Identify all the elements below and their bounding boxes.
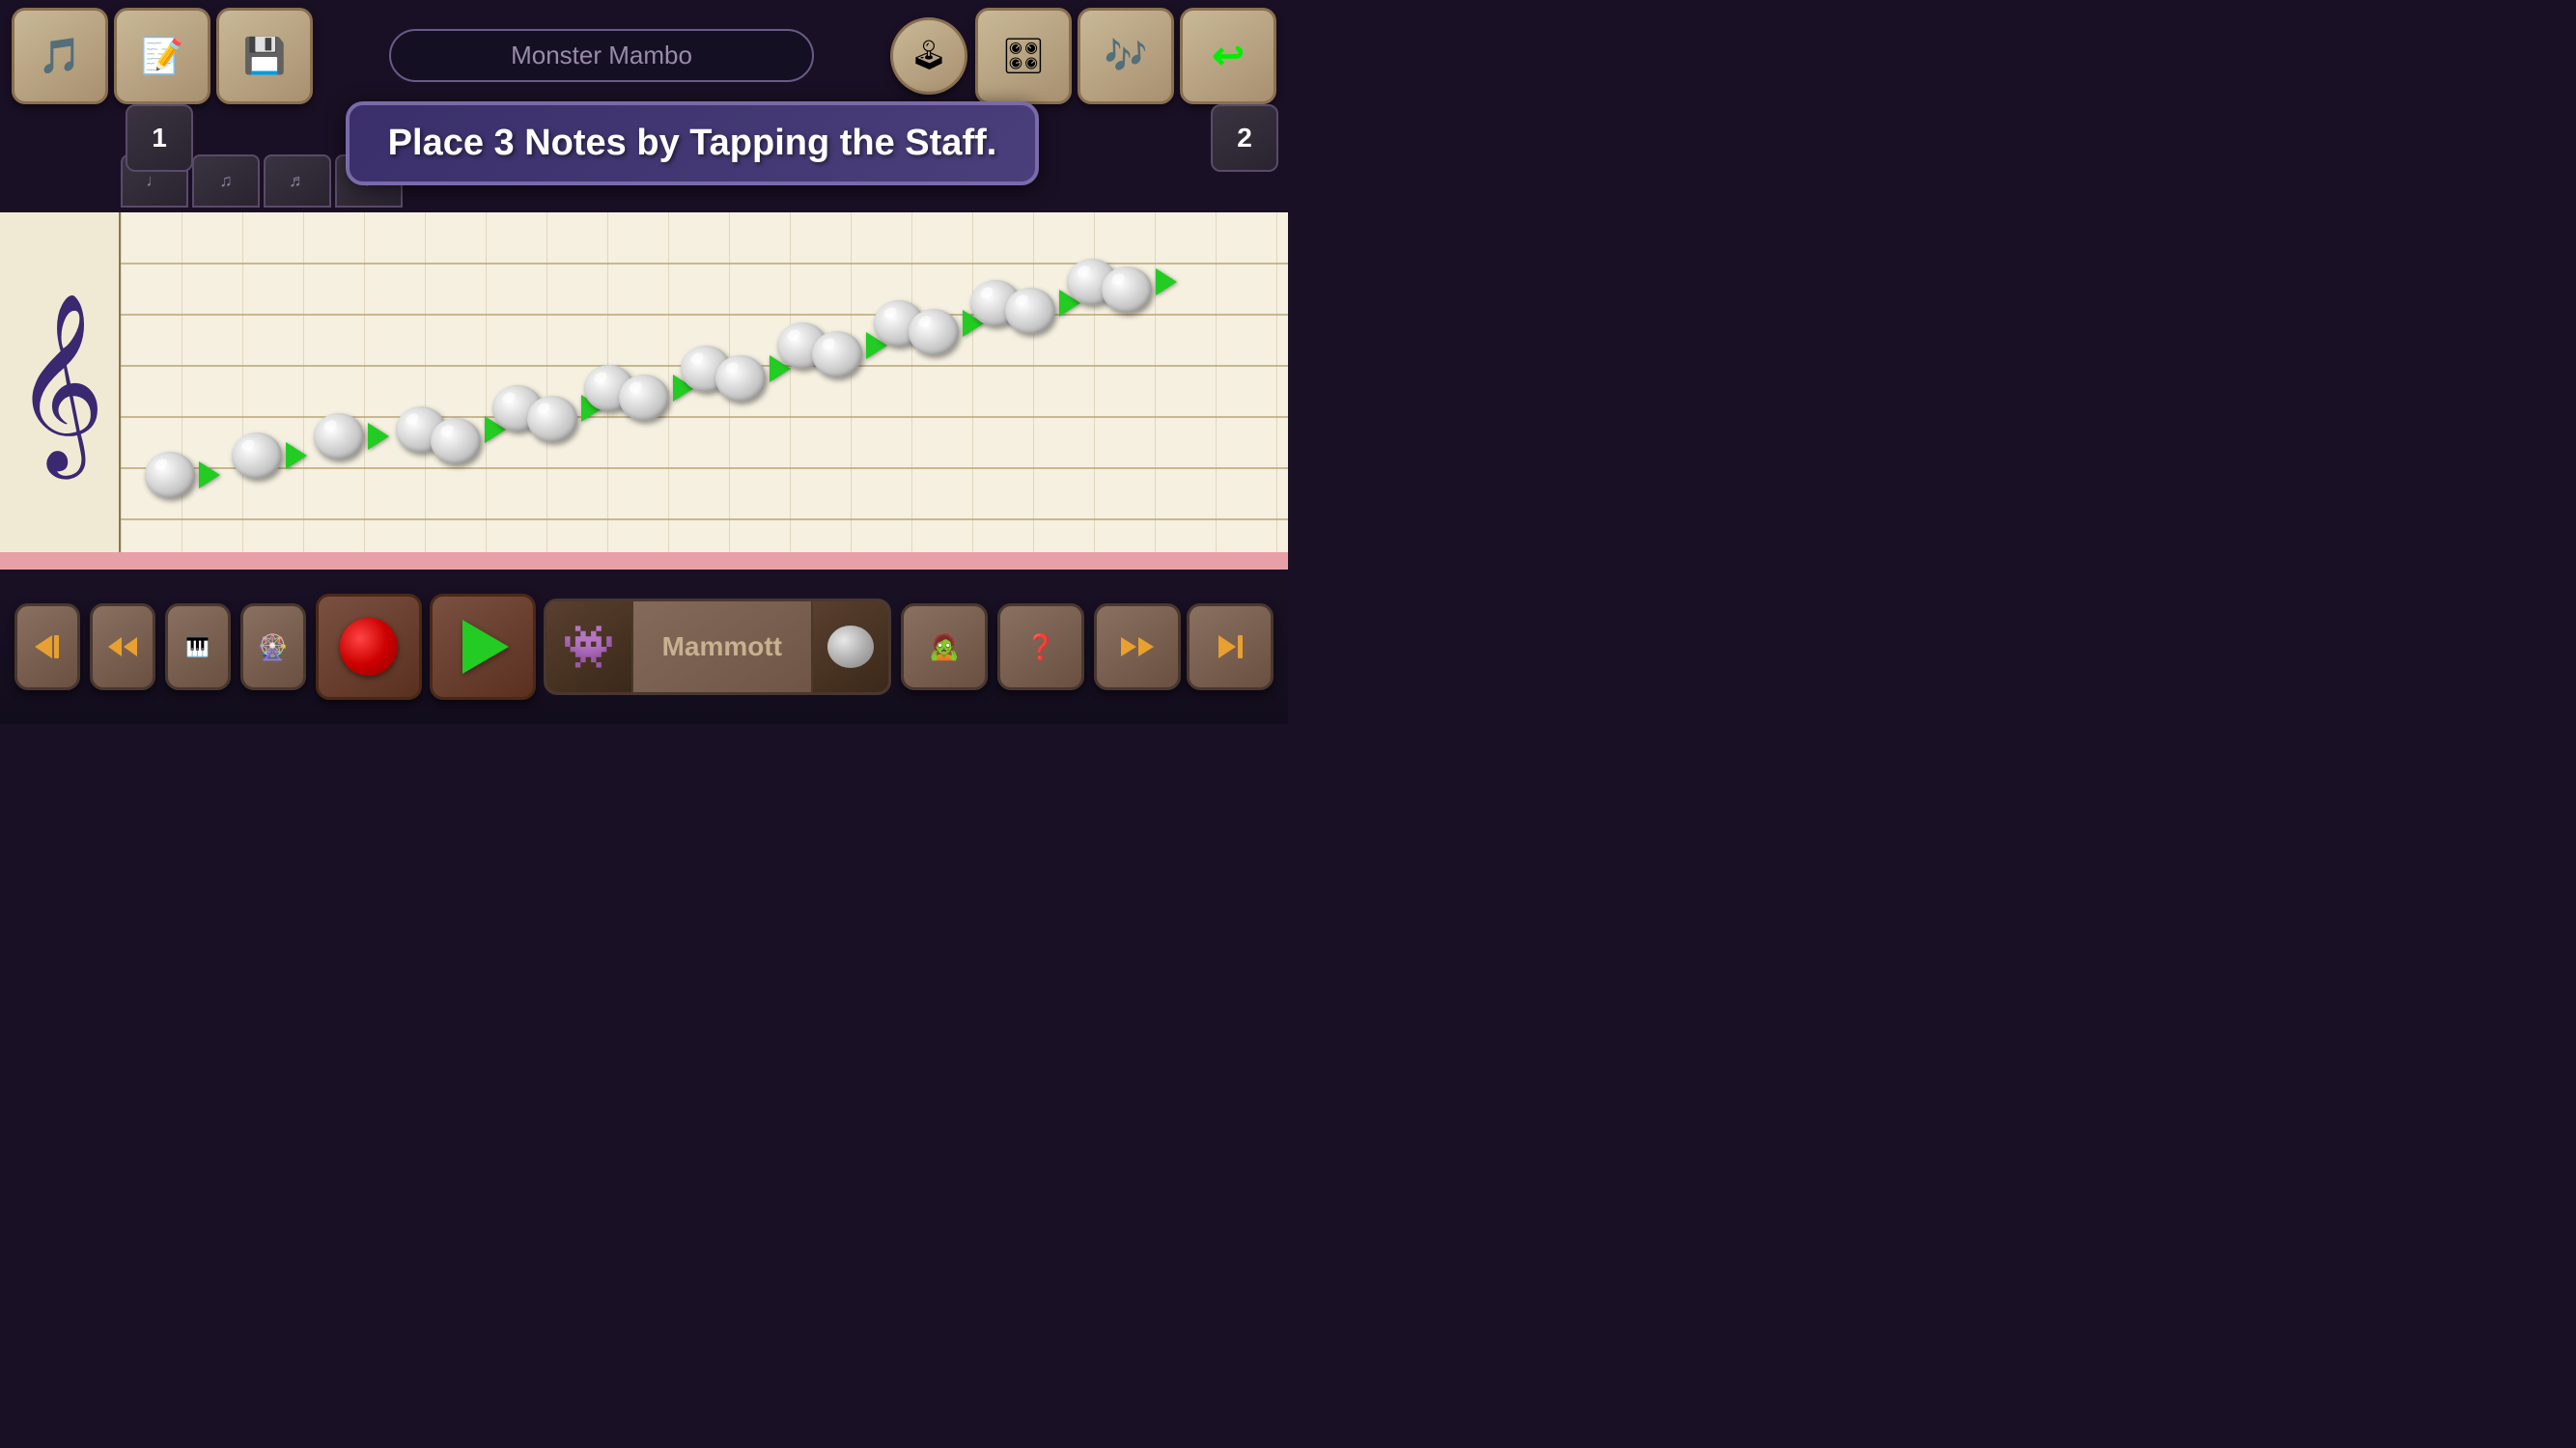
- wheel-button[interactable]: 🎡: [240, 603, 306, 690]
- note-ball-2: [232, 432, 282, 479]
- piano-icon: 🎹: [185, 635, 210, 659]
- skip-controls: [1094, 603, 1274, 690]
- help-settings-button[interactable]: ❓: [997, 603, 1084, 690]
- monsters-group-button[interactable]: 🧟: [901, 603, 988, 690]
- note-arrow-1: [199, 461, 220, 488]
- toolbar-right: 🎛 🎶 ↩: [975, 8, 1276, 104]
- bottom-toolbar: 🎹 🎡 👾 Mammott 🧟 ❓: [0, 570, 1288, 724]
- page-marker-right: 2: [1211, 104, 1278, 172]
- music-note-6: [584, 355, 694, 421]
- instruments-button[interactable]: 🎶: [1078, 8, 1174, 104]
- page-tab-2[interactable]: ♫: [192, 154, 260, 208]
- music-note-11: [1067, 251, 1177, 313]
- rewind-button[interactable]: [14, 603, 80, 690]
- wheel-icon: 🎡: [257, 632, 288, 662]
- song-title-area: [313, 29, 890, 82]
- note-ball-4b: [431, 418, 481, 464]
- music-note-4: [396, 394, 506, 464]
- rewind-icon: [35, 635, 59, 658]
- note-ball-1: [145, 452, 195, 498]
- monster-face-icon: 👾: [562, 622, 615, 672]
- note-ball-10b: [1005, 288, 1055, 334]
- note-ball-5b: [527, 396, 577, 442]
- note-ball-3: [314, 413, 364, 459]
- question-icon: ❓: [1025, 632, 1056, 662]
- toolbar-left: 🎵 📝 💾: [12, 8, 313, 104]
- play-icon: [462, 620, 509, 674]
- instruction-text: Place 3 Notes by Tapping the Staff.: [388, 123, 997, 163]
- page-tab-4[interactable]: ♪: [335, 154, 403, 208]
- step-back-icon: [108, 637, 137, 656]
- page-2-button[interactable]: 2: [1211, 104, 1278, 172]
- note-ball-8b: [812, 331, 862, 377]
- fast-forward-button[interactable]: [1187, 603, 1274, 690]
- bottom-right-controls: 🧟 ❓: [901, 603, 1084, 690]
- monster-sound-ball: [827, 626, 874, 668]
- note-ball-11b: [1102, 266, 1152, 313]
- music-note-10: [970, 272, 1080, 334]
- monsters-icon: 🧟: [929, 632, 960, 662]
- instruction-box: Place 3 Notes by Tapping the Staff.: [346, 101, 1040, 185]
- music-staff[interactable]: 𝄞: [0, 212, 1288, 570]
- staff-bottom-bar: [0, 552, 1288, 570]
- piano-button[interactable]: 🎹: [165, 603, 231, 690]
- treble-clef-icon: 𝄞: [14, 304, 105, 459]
- playback-center: 👾 Mammott: [316, 594, 891, 700]
- joystick-button[interactable]: 🕹: [890, 17, 967, 95]
- song-title-input[interactable]: [389, 29, 814, 82]
- play-button[interactable]: [430, 594, 536, 700]
- monster-sound-button[interactable]: [811, 599, 888, 695]
- monster-avatar[interactable]: 👾: [546, 599, 633, 695]
- record-icon: [340, 618, 398, 676]
- page-marker-left: 1: [126, 104, 193, 172]
- skip-forward-icon: [1121, 637, 1154, 656]
- skip-forward-button[interactable]: [1094, 603, 1181, 690]
- music-notes-button[interactable]: 🎵: [12, 8, 108, 104]
- top-toolbar: 🎵 📝 💾 🕹 🎛 🎶 ↩: [0, 0, 1288, 111]
- note-ball-7b: [715, 355, 766, 402]
- music-note-9: [874, 292, 984, 355]
- step-back-button[interactable]: [90, 603, 155, 690]
- note-arrow-3: [368, 423, 389, 450]
- fast-forward-icon: [1218, 635, 1243, 658]
- undo-button[interactable]: ↩: [1180, 8, 1276, 104]
- notes-container: [121, 212, 1288, 570]
- music-note-8: [777, 314, 887, 377]
- save-button[interactable]: 💾: [216, 8, 313, 104]
- note-arrow-2: [286, 442, 307, 469]
- clef-area: 𝄞: [0, 212, 121, 570]
- page-tab-3[interactable]: ♬: [264, 154, 331, 208]
- music-note-3: [314, 413, 389, 459]
- record-button[interactable]: [316, 594, 422, 700]
- edit-button[interactable]: 📝: [114, 8, 210, 104]
- note-ball-6b: [619, 375, 669, 421]
- note-arrow-11: [1156, 268, 1177, 295]
- monster-name: Mammott: [633, 624, 811, 670]
- mixer-button[interactable]: 🎛: [975, 8, 1072, 104]
- monster-selector: 👾 Mammott: [544, 599, 891, 695]
- music-note-1: [145, 452, 220, 498]
- note-ball-9b: [909, 309, 959, 355]
- page-1-button[interactable]: 1: [126, 104, 193, 172]
- music-note-7: [681, 336, 791, 402]
- music-note-2: [232, 432, 307, 479]
